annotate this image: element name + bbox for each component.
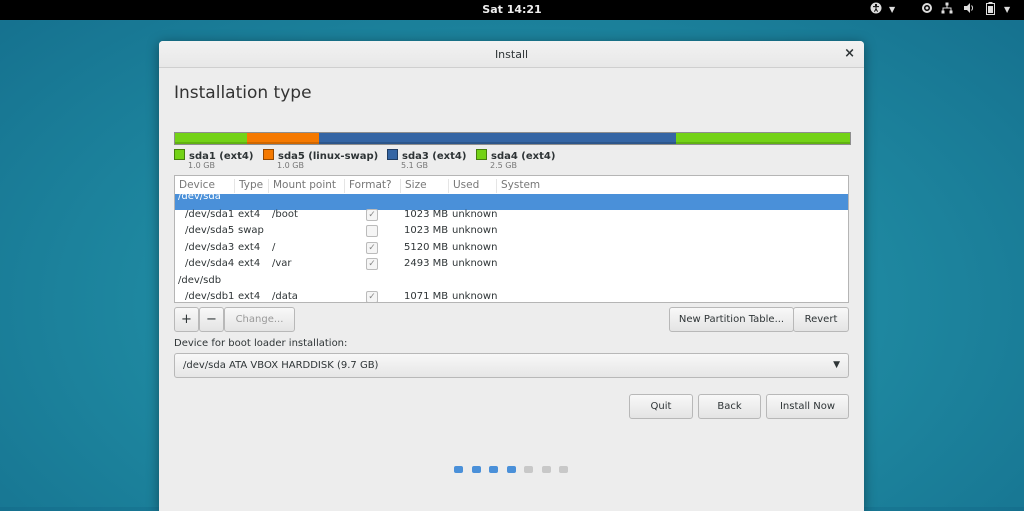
change-partition-button[interactable]: Change... (224, 307, 295, 332)
page-title: Installation type (174, 83, 312, 103)
bootloader-select[interactable]: /dev/sda ATA VBOX HARDDISK (9.7 GB) ▼ (174, 353, 849, 378)
legend-swatch (387, 149, 398, 160)
legend-size: 1.0 GB (188, 161, 215, 170)
table-row[interactable]: /dev/sdb1 ext4/data 1071 MB unknown ✓ (175, 289, 848, 302)
format-checkbox[interactable]: ✓ (366, 291, 378, 302)
cell-device: /dev/sdb1 (185, 291, 235, 302)
legend-item: sda4 (ext4) 2.5 GB (476, 149, 555, 170)
cell-used: unknown (452, 225, 498, 236)
cell-used: unknown (452, 242, 498, 253)
col-used[interactable]: Used (448, 179, 497, 193)
cell-type: ext4 (238, 291, 261, 302)
col-type[interactable]: Type (234, 179, 270, 193)
network-icon[interactable] (941, 2, 953, 18)
chevron-down-icon[interactable]: ▼ (1004, 2, 1010, 18)
cell-type: ext4 (238, 242, 261, 253)
cell-size: 2493 MB (404, 258, 449, 269)
legend-swatch (476, 149, 487, 160)
cell-used: unknown (452, 258, 498, 269)
format-checkbox[interactable]: ✓ (366, 209, 378, 221)
settings-icon[interactable] (921, 2, 933, 18)
col-format[interactable]: Format? (344, 179, 399, 193)
cell-size: 1023 MB (404, 225, 449, 236)
title-bar[interactable]: Install × (159, 41, 864, 68)
progress-dot (489, 466, 498, 473)
table-row[interactable]: /dev/sda1 ext4/boot 1023 MB unknown ✓ (175, 207, 848, 223)
progress-dot (541, 466, 551, 473)
legend-size: 1.0 GB (277, 161, 304, 170)
col-system[interactable]: System (496, 179, 581, 193)
cell-type: swap (238, 225, 264, 236)
remove-partition-button[interactable]: − (199, 307, 224, 332)
cell-type: ext4 (238, 209, 261, 220)
cell-device: /dev/sda4 (185, 258, 235, 269)
revert-button[interactable]: Revert (793, 307, 849, 332)
legend-swatch (174, 149, 185, 160)
cell-device: /dev/sda5 (185, 225, 235, 236)
cell-mount: /data (272, 291, 298, 302)
progress-dot (506, 466, 516, 473)
cell-size: 1023 MB (404, 209, 449, 220)
format-checkbox[interactable] (366, 225, 378, 237)
new-partition-table-button[interactable]: New Partition Table... (669, 307, 794, 332)
cell-size: 1071 MB (404, 291, 449, 302)
cell-mount: / (272, 242, 276, 253)
cell-device: /dev/sda (178, 191, 221, 202)
table-row[interactable]: /dev/sda4 ext4/var 2493 MB unknown ✓ (175, 256, 848, 272)
format-checkbox[interactable]: ✓ (366, 258, 378, 270)
progress-dot (454, 466, 463, 473)
partition-segment (175, 133, 248, 144)
partition-segment (319, 133, 676, 144)
bootloader-label: Device for boot loader installation: (174, 338, 348, 349)
install-now-button[interactable]: Install Now (766, 394, 849, 419)
partition-table[interactable]: Device Type Mount point Format? Size Use… (174, 175, 849, 303)
bootloader-value: /dev/sda ATA VBOX HARDDISK (9.7 GB) (183, 360, 379, 371)
cell-device: /dev/sda1 (185, 209, 235, 220)
cell-device: /dev/sdb (178, 275, 222, 286)
table-row[interactable]: /dev/sda5 swap 1023 MB unknown (175, 223, 848, 239)
partition-segment (247, 133, 320, 144)
cell-device: /dev/sda3 (185, 242, 235, 253)
add-partition-button[interactable]: + (174, 307, 199, 332)
window-title: Install (494, 48, 529, 61)
top-bar: Sat 14:21 ▼ ▼ (0, 0, 1024, 20)
partition-segment (675, 133, 850, 144)
accessibility-icon[interactable] (870, 2, 882, 18)
table-row[interactable]: /dev/sda3 ext4 / 5120 MB unknown ✓ (175, 240, 848, 256)
progress-dot (559, 466, 568, 473)
partition-bar (174, 132, 851, 145)
legend-swatch (263, 149, 274, 160)
legend-size: 5.1 GB (401, 161, 428, 170)
back-button[interactable]: Back (698, 394, 761, 419)
cell-mount: /var (272, 258, 292, 269)
cell-mount: /boot (272, 209, 298, 220)
legend-item: sda5 (linux-swap) 1.0 GB (263, 149, 378, 170)
close-icon[interactable]: × (844, 46, 855, 61)
legend-item: sda1 (ext4) 1.0 GB (174, 149, 253, 170)
chevron-down-icon[interactable]: ▼ (889, 2, 895, 18)
table-header: Device Type Mount point Format? Size Use… (175, 176, 848, 195)
battery-icon[interactable] (986, 2, 995, 18)
legend-item: sda3 (ext4) 5.1 GB (387, 149, 466, 170)
cell-type: ext4 (238, 258, 261, 269)
cell-used: unknown (452, 209, 498, 220)
table-row[interactable]: /dev/sdb (175, 273, 848, 289)
quit-button[interactable]: Quit (629, 394, 693, 419)
installer-window: Install × Installation type sda1 (ext4) 1… (159, 41, 864, 511)
cell-size: 5120 MB (404, 242, 449, 253)
legend-size: 2.5 GB (490, 161, 517, 170)
progress-dot (524, 466, 533, 473)
chevron-down-icon: ▼ (833, 360, 840, 370)
format-checkbox[interactable]: ✓ (366, 242, 378, 254)
progress-dot (471, 466, 481, 473)
col-size[interactable]: Size (400, 179, 449, 193)
cell-used: unknown (452, 291, 498, 302)
volume-icon[interactable] (963, 2, 975, 18)
col-mount[interactable]: Mount point (268, 179, 345, 193)
